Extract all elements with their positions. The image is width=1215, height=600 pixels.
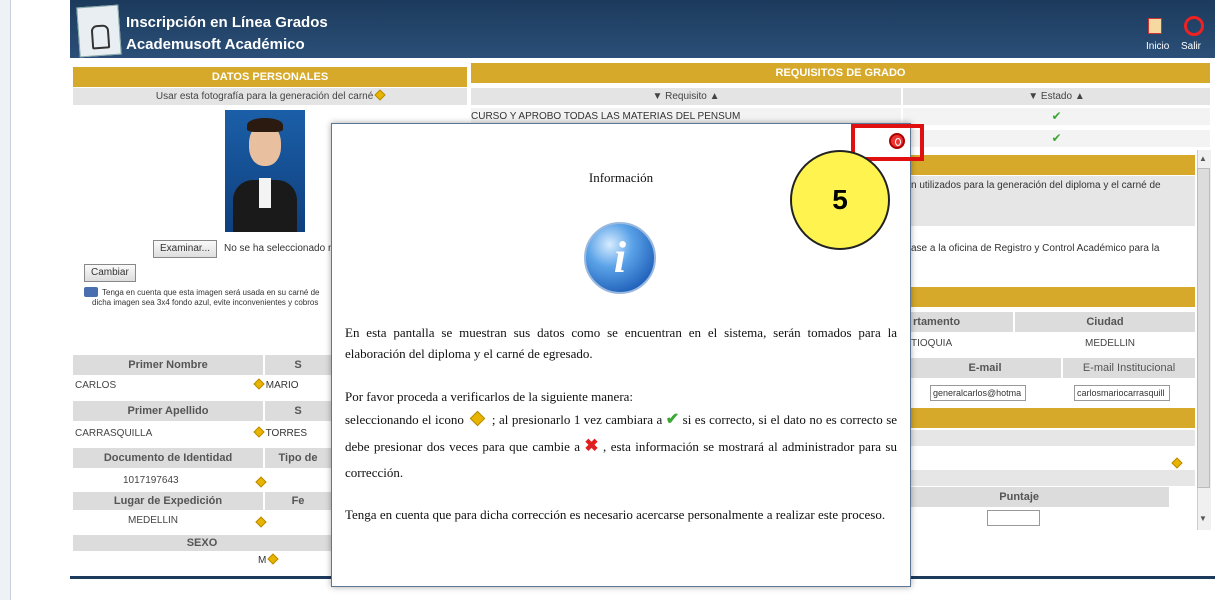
requirement-column-header[interactable]: ▼ Requisito ▲ (471, 88, 901, 105)
verify-diamond-icon[interactable] (267, 553, 279, 565)
scroll-down-arrow-icon[interactable]: ▼ (1199, 514, 1207, 523)
id-type-label: Tipo de (265, 448, 331, 468)
city-value: MEDELLIN (1085, 338, 1136, 349)
issue-date-label: Fe (265, 492, 331, 510)
right-panel-text-2: ase a la oficina de Registro y Control A… (911, 243, 1160, 254)
check-icon: ✔ (1051, 131, 1062, 145)
city-column-header: Ciudad (1015, 312, 1195, 332)
right-panel-row (909, 430, 1195, 446)
app-header: Inscripción en Línea Grados Academusoft … (70, 0, 1215, 58)
photo-caption: Usar esta fotografía para la generación … (73, 88, 467, 105)
salir-link[interactable]: Salir (1181, 41, 1201, 52)
right-panel-gold-bar-2 (909, 287, 1195, 307)
verify-diamond-icon[interactable] (374, 89, 386, 101)
score-column-header: Puntaje (909, 487, 1169, 507)
modal-paragraph-3: seleccionando el icono ; al presionarlo … (345, 410, 898, 480)
photo-note-line1: Tenga en cuenta que esta imagen será usa… (102, 288, 320, 297)
first-surname-value: CARRASQUILLA (75, 428, 153, 439)
second-name-label: S (265, 355, 331, 375)
right-panel-text-1: n utilizados para la generación del dipl… (911, 180, 1161, 191)
step-callout: 5 (790, 150, 890, 250)
right-panel-row (909, 470, 1195, 486)
issue-place-label: Lugar de Expedición (73, 492, 263, 510)
profile-photo (225, 110, 305, 232)
email-input[interactable]: generalcarlos@hotma (930, 385, 1026, 401)
modal-paragraph-4: Tenga en cuenta que para dicha correcció… (345, 507, 886, 522)
pending-diamond-icon (470, 410, 486, 427)
score-input[interactable] (987, 510, 1040, 526)
institutional-email-input[interactable]: carlosmariocarrasquill (1074, 385, 1170, 401)
department-column-header: rtamento (909, 312, 1013, 332)
cross-icon: ✖ (584, 436, 599, 455)
institutional-email-column-header: E-mail Institucional (1063, 358, 1195, 378)
file-status-text: No se ha seleccionado n (224, 243, 334, 254)
photo-note-line2: dicha imagen sea 3x4 fondo azul, evite i… (92, 298, 319, 307)
change-photo-button[interactable]: Cambiar (84, 264, 136, 282)
inicio-link[interactable]: Inicio (1146, 41, 1169, 52)
first-surname-label: Primer Apellido (73, 401, 263, 421)
power-icon[interactable] (1184, 16, 1204, 36)
right-panel-gold-bar (909, 155, 1195, 175)
verify-diamond-icon[interactable] (1171, 457, 1183, 470)
second-surname-value: TORRES (253, 426, 307, 439)
verify-diamond-icon[interactable] (253, 378, 265, 390)
modal-body: En esta pantalla se muestran sus datos c… (345, 322, 897, 525)
browse-button[interactable]: Examinar... (153, 240, 218, 258)
sex-label: SEXO (73, 535, 331, 551)
modal-paragraph-2: Por favor proceda a verificarlos de la s… (345, 389, 634, 404)
modal-paragraph-1: En esta pantalla se muestran sus datos c… (345, 325, 897, 361)
left-gutter (0, 0, 11, 600)
check-icon: ✔ (1051, 109, 1062, 123)
status-column-header[interactable]: ▼ Estado ▲ (903, 88, 1210, 105)
verify-diamond-icon[interactable] (255, 476, 267, 489)
check-icon: ✔ (665, 411, 680, 428)
first-name-value: CARLOS (75, 380, 117, 391)
home-icon[interactable] (1148, 18, 1162, 34)
app-subtitle: Academusoft Académico (126, 36, 305, 53)
department-value: TIOQUIA (911, 338, 953, 349)
right-panel-gold-bar-3 (909, 408, 1195, 428)
first-name-label: Primer Nombre (73, 355, 263, 375)
second-surname-label: S (265, 401, 331, 421)
scrollbar-thumb[interactable] (1197, 168, 1210, 488)
requirement-status-1: ✔ (903, 108, 1210, 125)
second-name-value: MARIO (253, 378, 299, 391)
scroll-up-arrow-icon[interactable]: ▲ (1199, 154, 1207, 163)
id-document-value: 1017197643 (123, 475, 179, 486)
id-document-label: Documento de Identidad (73, 448, 263, 468)
personal-section-header: DATOS PERSONALES (73, 67, 467, 87)
email-column-header: E-mail (909, 358, 1061, 378)
issue-place-value: MEDELLIN (128, 515, 179, 526)
requirements-section-header: REQUISITOS DE GRADO (471, 63, 1210, 83)
graduate-cap-icon (84, 287, 98, 297)
requirement-status-2: ✔ (903, 130, 1210, 147)
app-logo-icon (76, 4, 122, 58)
info-icon: i (584, 222, 656, 294)
app-title: Inscripción en Línea Grados (126, 14, 328, 31)
sex-value: M (258, 553, 279, 566)
verify-diamond-icon[interactable] (253, 426, 265, 438)
verify-diamond-icon[interactable] (255, 516, 267, 529)
